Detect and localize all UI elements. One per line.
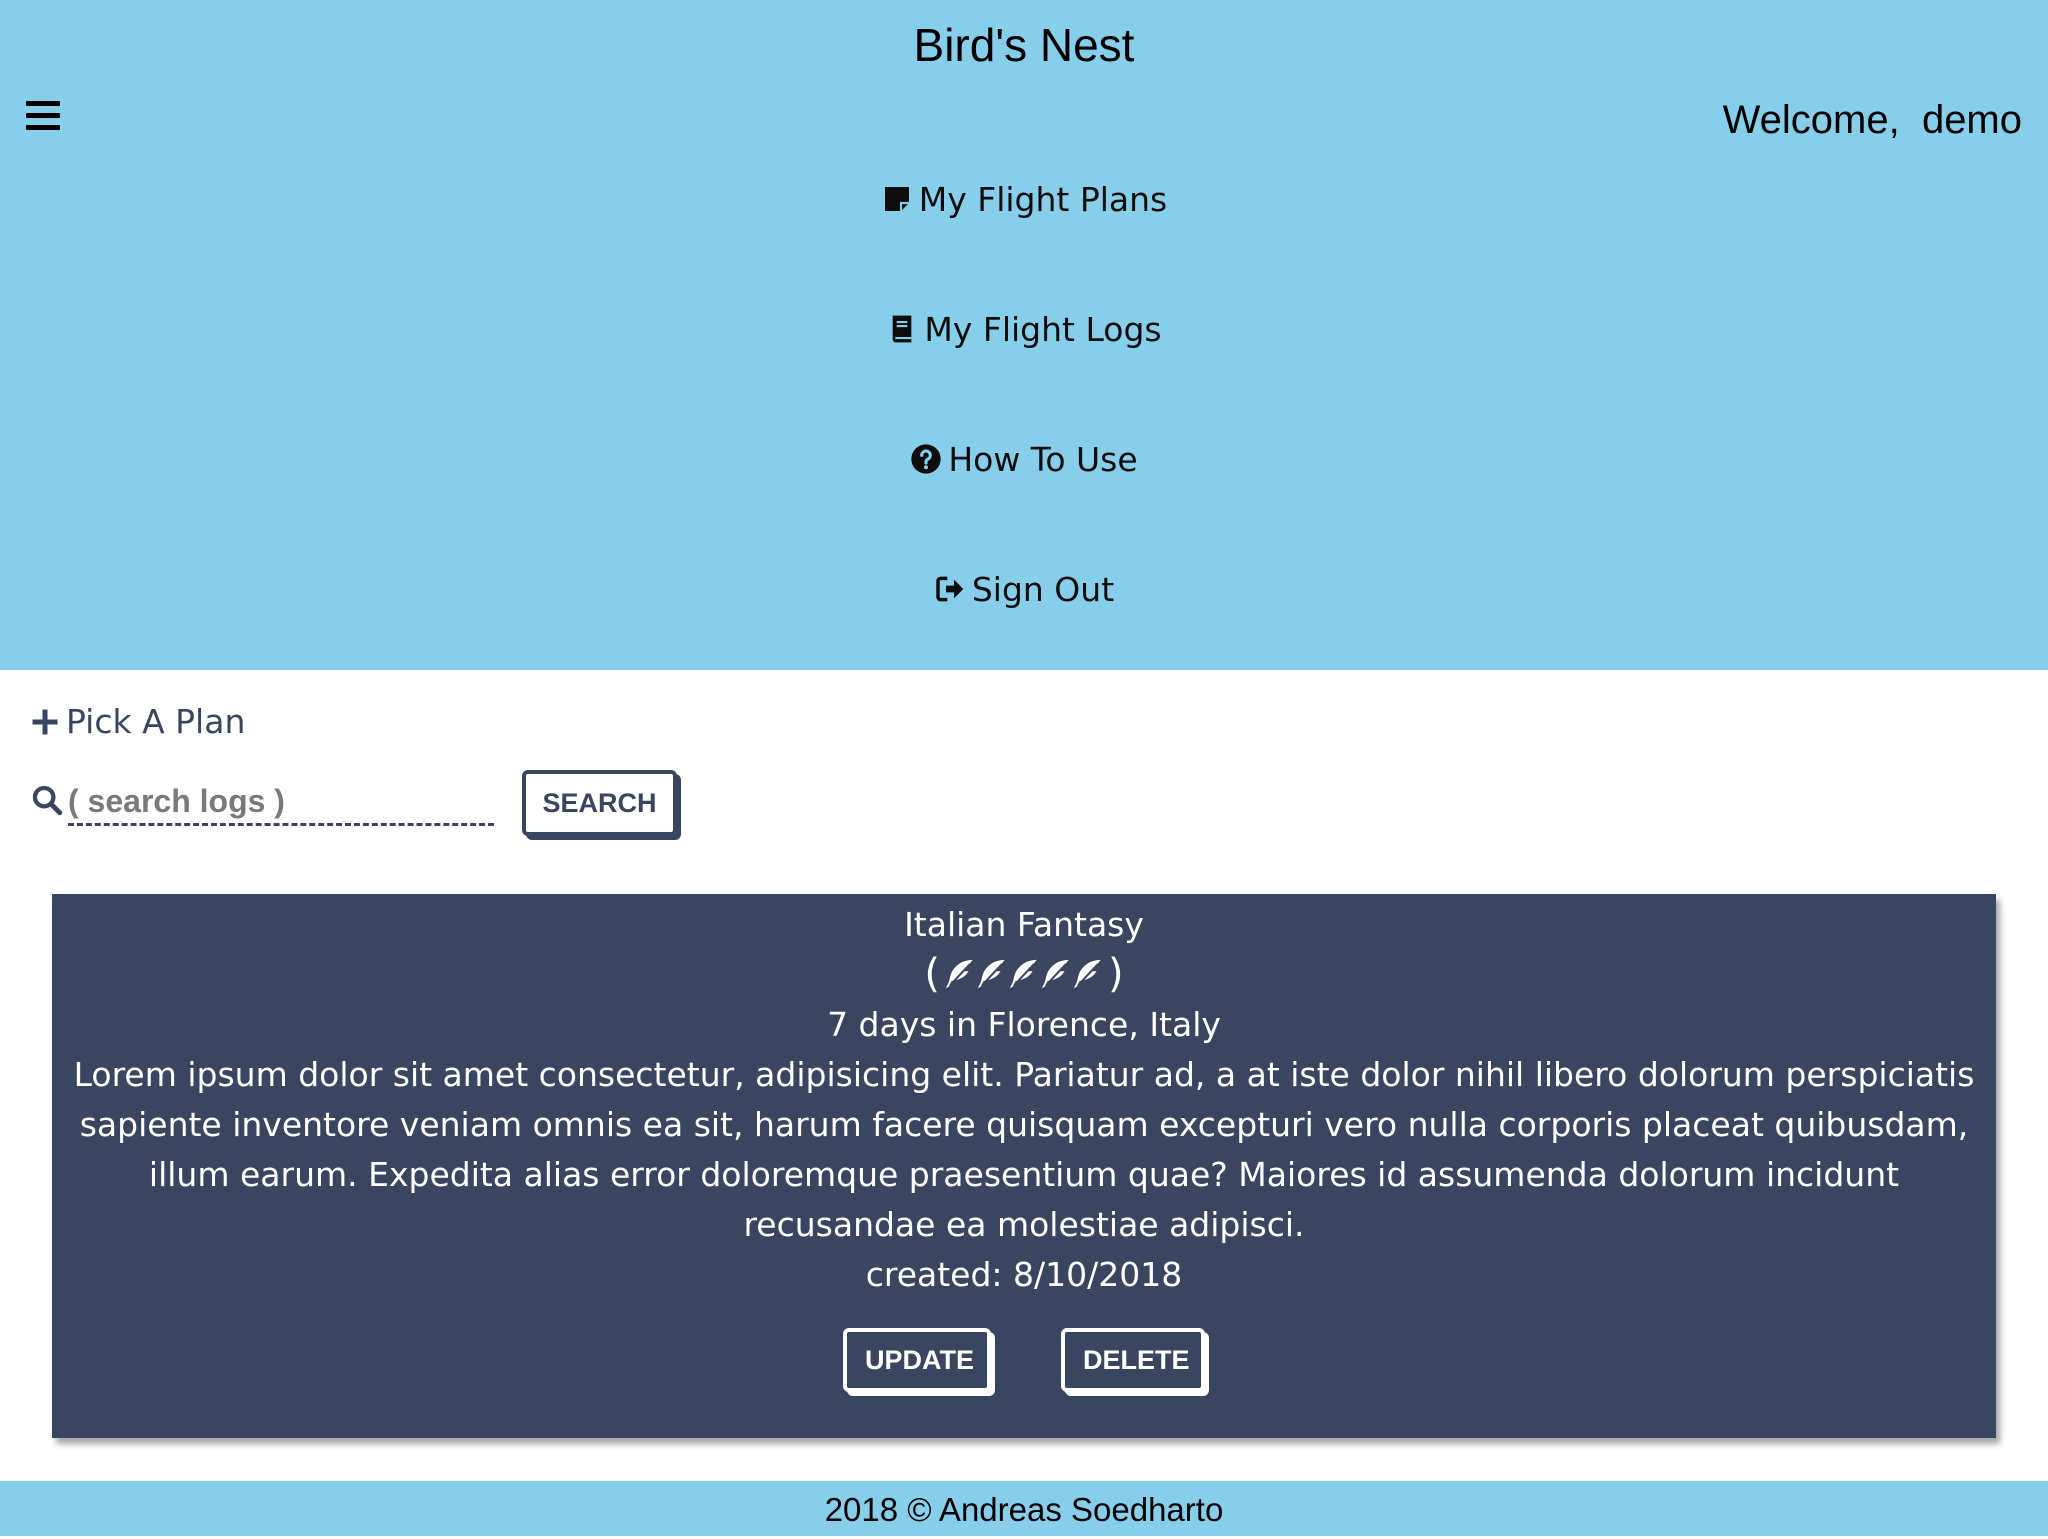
feather-icon — [1009, 959, 1037, 989]
rating-feathers — [944, 957, 1104, 991]
feather-icon — [977, 959, 1005, 989]
plus-icon — [32, 709, 58, 734]
nav-item-how-to-use[interactable]: How To Use — [0, 432, 2048, 562]
log-created-date: created: 8/10/2018 — [865, 1255, 1183, 1294]
log-title: Italian Fantasy — [904, 905, 1144, 944]
feather-icon — [1073, 959, 1101, 989]
sign-out-icon — [936, 576, 964, 602]
flight-log-card: Italian Fantasy ( ) 7 days in Florence, … — [52, 894, 1996, 1438]
nav-item-sign-out[interactable]: Sign Out — [0, 562, 2048, 692]
nav-item-flight-plans[interactable]: My Flight Plans — [0, 172, 2048, 302]
rating-close-paren: ) — [1108, 951, 1124, 997]
nav-item-label: How To Use — [948, 440, 1138, 479]
search-bar: SEARCH — [30, 770, 677, 836]
book-icon — [893, 315, 912, 343]
welcome-message: Welcome, demo — [1722, 98, 2022, 142]
nav-item-label: My Flight Plans — [918, 180, 1168, 219]
nav-item-label: My Flight Logs — [924, 310, 1162, 349]
question-circle-icon — [911, 444, 941, 474]
pick-a-plan-button[interactable]: Pick A Plan — [30, 702, 245, 741]
log-description: Lorem ipsum dolor sit amet consectetur, … — [73, 1055, 1975, 1244]
update-button[interactable]: UPDATE — [843, 1328, 991, 1392]
search-button[interactable]: SEARCH — [522, 770, 677, 836]
nav-item-label: Sign Out — [971, 570, 1115, 609]
header: Bird's Nest Welcome, demo My Flight Plan… — [0, 0, 2048, 670]
log-duration: 7 days in Florence, Italy — [827, 1005, 1221, 1044]
delete-button[interactable]: DELETE — [1061, 1328, 1205, 1392]
search-input[interactable] — [68, 780, 494, 826]
pick-a-plan-label: Pick A Plan — [66, 702, 246, 741]
nav-item-flight-logs[interactable]: My Flight Logs — [0, 302, 2048, 432]
log-rating: ( ) — [52, 948, 1996, 1000]
log-actions: UPDATE DELETE — [52, 1328, 1996, 1392]
sticky-note-icon — [884, 187, 909, 211]
app-title: Bird's Nest — [913, 19, 1135, 71]
feather-icon — [945, 959, 973, 989]
rating-open-paren: ( — [924, 951, 940, 997]
feather-icon — [1041, 959, 1069, 989]
nav-menu: My Flight Plans My Flight Logs How To Us… — [0, 172, 2048, 692]
search-icon — [32, 785, 63, 816]
hamburger-menu-icon[interactable] — [26, 101, 62, 137]
footer: 2018 © Andreas Soedharto — [0, 1481, 2048, 1536]
